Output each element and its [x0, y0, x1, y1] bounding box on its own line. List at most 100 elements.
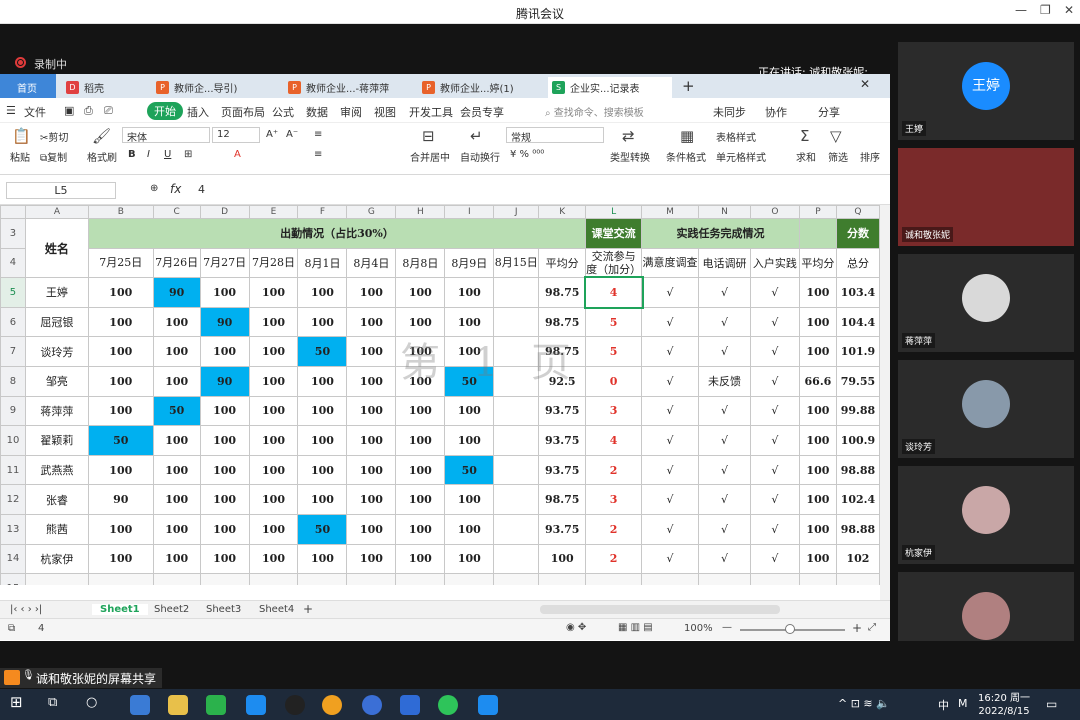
data-cell[interactable]: 100	[444, 277, 495, 308]
data-cell[interactable]: √	[749, 543, 800, 575]
data-cell[interactable]	[493, 543, 540, 575]
data-cell[interactable]: 100	[199, 395, 250, 427]
data-cell[interactable]: 100	[346, 306, 397, 338]
data-cell[interactable]: 100	[199, 277, 250, 308]
filter-icon[interactable]: ▽	[830, 127, 842, 145]
student-name[interactable]: 谈玲芳	[24, 336, 89, 367]
restore-icon[interactable]: ❐	[1040, 3, 1051, 17]
align-top-icon[interactable]: ≡	[314, 129, 322, 140]
column-header[interactable]: I	[444, 205, 495, 219]
data-cell[interactable]: 100	[395, 277, 446, 308]
app-blue-icon[interactable]	[478, 695, 498, 715]
font-color-button[interactable]: A	[234, 149, 241, 160]
data-cell[interactable]: 100	[395, 425, 446, 456]
paste-button[interactable]: 粘贴	[10, 149, 30, 164]
data-cell[interactable]: 79.55	[835, 365, 880, 397]
data-cell[interactable]	[493, 395, 540, 427]
data-cell[interactable]: 100	[87, 277, 154, 308]
data-cell[interactable]: √	[641, 543, 699, 575]
border-button[interactable]: ⊞	[184, 149, 192, 160]
student-name[interactable]: 张睿	[24, 484, 89, 515]
align-left-icon[interactable]: ≡	[314, 149, 322, 160]
data-cell[interactable]: 100	[248, 513, 299, 545]
conditional-format-button[interactable]: 条件格式	[666, 149, 706, 164]
data-cell[interactable]: 99.88	[835, 395, 880, 427]
column-label[interactable]: 入户实践	[749, 247, 800, 279]
row-header[interactable]: 8	[0, 365, 26, 397]
collaborate-button[interactable]: 协作	[765, 104, 787, 120]
data-cell[interactable]: 100	[346, 425, 397, 456]
data-cell[interactable]: 100	[297, 454, 348, 486]
sum-icon[interactable]: Σ	[800, 127, 809, 145]
data-cell[interactable]: 50	[152, 395, 201, 427]
data-cell[interactable]: 100	[152, 306, 201, 338]
app-feishu-icon[interactable]	[246, 695, 266, 715]
column-header[interactable]: K	[538, 205, 587, 219]
data-cell[interactable]: 100	[248, 395, 299, 427]
data-cell[interactable]: √	[641, 365, 699, 397]
print-icon[interactable]: ⎚	[104, 104, 113, 118]
data-cell[interactable]: 3	[585, 395, 643, 427]
data-cell[interactable]: 66.6	[798, 365, 837, 397]
student-name[interactable]: 屈冠银	[24, 306, 89, 338]
data-cell[interactable]: 100	[248, 277, 299, 308]
column-label[interactable]: 7月28日	[248, 247, 299, 279]
format-painter-button[interactable]: 格式刷	[87, 149, 117, 164]
data-cell[interactable]: 5	[585, 306, 643, 338]
data-cell[interactable]: 100	[297, 395, 348, 427]
wrap-text-button[interactable]: 自动换行	[460, 149, 500, 164]
menu-start[interactable]: 开始	[147, 102, 183, 120]
tab-daoke[interactable]: D 稻壳	[62, 77, 144, 98]
tab-doc-1[interactable]: P 教师企...导引)	[152, 77, 278, 98]
data-cell[interactable]: 93.75	[538, 454, 587, 486]
paste-icon[interactable]: 📋	[12, 127, 31, 145]
row-header[interactable]: 11	[0, 454, 26, 486]
column-label[interactable]: 8月9日	[444, 247, 495, 279]
sort-button[interactable]: 排序	[860, 149, 880, 164]
data-cell[interactable]	[493, 277, 540, 308]
data-cell[interactable]: 100	[87, 454, 154, 486]
cell-name-box[interactable]: L5	[6, 182, 116, 199]
export-icon[interactable]: ⎙	[84, 104, 93, 118]
format-painter-icon[interactable]: 🖌	[92, 127, 111, 145]
sheet-tab-4[interactable]: Sheet4	[259, 604, 294, 615]
participant-tile[interactable]: 王婷 王婷	[898, 42, 1074, 140]
data-cell[interactable]: √	[749, 395, 800, 427]
wrap-icon[interactable]: ↵	[470, 127, 483, 145]
data-cell[interactable]: 未反馈	[697, 365, 751, 397]
row-header[interactable]: 15	[0, 573, 26, 585]
qq-icon[interactable]	[285, 695, 305, 715]
data-cell[interactable]: 100	[248, 365, 299, 397]
data-cell[interactable]: 100	[199, 454, 250, 486]
filter-button[interactable]: 筛选	[828, 149, 848, 164]
data-cell[interactable]: 90	[87, 484, 154, 515]
column-header[interactable]: N	[697, 205, 751, 219]
column-label[interactable]: 电话调研	[697, 247, 751, 279]
column-header[interactable]: C	[152, 205, 201, 219]
participant-tile[interactable]: 谈玲芳	[898, 360, 1074, 458]
column-label[interactable]: 总分	[835, 247, 880, 279]
data-cell[interactable]: √	[697, 454, 751, 486]
data-cell[interactable]: 100	[798, 454, 837, 486]
column-header[interactable]: J	[493, 205, 540, 219]
eye-protect-icon[interactable]: ◉ ✥	[566, 622, 586, 633]
empty-cell[interactable]	[798, 573, 837, 585]
data-cell[interactable]: 98.75	[538, 277, 587, 308]
data-cell[interactable]: √	[749, 365, 800, 397]
menu-review[interactable]: 审阅	[340, 104, 362, 120]
data-cell[interactable]: √	[697, 336, 751, 367]
data-cell[interactable]: 100	[798, 336, 837, 367]
data-cell[interactable]: 100	[152, 543, 201, 575]
empty-cell[interactable]	[697, 573, 751, 585]
cortana-icon[interactable]: ○	[86, 695, 106, 715]
data-cell[interactable]: 100	[248, 543, 299, 575]
data-cell[interactable]: 100	[199, 336, 250, 367]
data-cell[interactable]: 5	[585, 336, 643, 367]
data-cell[interactable]: 100	[248, 425, 299, 456]
data-cell[interactable]: √	[749, 513, 800, 545]
data-cell[interactable]: 100	[444, 425, 495, 456]
data-cell[interactable]: 100	[346, 543, 397, 575]
participant-tile[interactable]: 杭家伊	[898, 466, 1074, 564]
underline-button[interactable]: U	[164, 149, 171, 160]
zoom-out-icon[interactable]: —	[722, 622, 732, 633]
